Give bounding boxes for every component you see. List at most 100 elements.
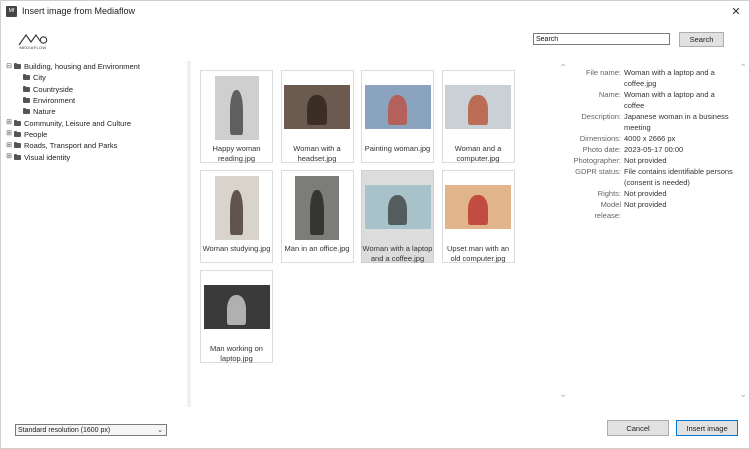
folder-icon [14, 119, 21, 126]
resolution-select-value: Standard resolution (1600 px) [18, 426, 111, 434]
folder-tree: ⊟ Building, housing and Environment City Co… [5, 61, 185, 163]
scroll-up-icon[interactable]: ⌃ [559, 63, 567, 74]
search-button[interactable]: Search [679, 32, 724, 47]
title-bar: Mf Insert image from Mediaflow ✕ [1, 1, 749, 21]
detail-value: Woman with a laptop and a coffee.jpg [624, 68, 715, 88]
detail-value: 4000 x 2666 px [624, 134, 676, 143]
expand-icon[interactable]: ⊞ [5, 119, 13, 127]
folder-icon [14, 142, 21, 149]
thumbnail-caption: Woman and a [454, 144, 502, 153]
scroll-down-icon[interactable]: ⌄ [559, 389, 567, 400]
thumbnail-caption: old computer.jpg [450, 254, 506, 263]
resolution-select[interactable]: Standard resolution (1600 px) ⌄ [15, 424, 167, 436]
collapse-icon[interactable]: ⊟ [5, 63, 13, 71]
thumbnail-image [203, 285, 270, 329]
folder-icon [14, 130, 21, 137]
mediaflow-app-icon: Mf [6, 5, 17, 17]
detail-row: Dimensions: 4000 x 2666 px [572, 133, 740, 144]
tree-item-label: Visual identity [24, 152, 71, 162]
thumbnail-caption: and a coffee.jpg [370, 254, 425, 263]
detail-label: Photo date: [582, 145, 621, 154]
image-thumbnail[interactable]: Painting woman.jpg [361, 70, 434, 163]
tree-item[interactable]: ⊞ People [5, 129, 185, 140]
detail-row: Photographer: Not provided [572, 155, 740, 166]
thumbnail-caption: reading.jpg [217, 154, 256, 163]
tree-item-label: Environment [33, 96, 76, 106]
tree-item[interactable]: Countryside [5, 84, 185, 95]
photo-subject [387, 194, 408, 226]
folder-icon [23, 97, 30, 104]
tree-item[interactable]: ⊞ Community, Leisure and Culture [5, 117, 185, 128]
thumbnail-caption: Painting woman.jpg [364, 144, 431, 153]
detail-label: Description: [581, 112, 621, 121]
tree-item-label: Building, housing and Environment [24, 62, 140, 72]
expand-icon[interactable]: ⊞ [5, 153, 13, 161]
folder-icon [23, 74, 30, 81]
detail-label: Rights: [597, 189, 621, 198]
detail-label: Model release: [594, 200, 621, 220]
folder-icon [14, 63, 21, 70]
thumbnail-caption: Woman with a laptop [362, 244, 433, 253]
expand-icon[interactable]: ⊞ [5, 142, 13, 150]
detail-row: Photo date: 2023-05-17 00:00 [572, 144, 740, 155]
photo-subject [468, 94, 488, 126]
tree-item[interactable]: City [5, 72, 185, 83]
thumbnail-image [214, 76, 259, 140]
details-scrollbar[interactable]: ⌃ ⌄ [737, 61, 749, 407]
insert-image-button[interactable]: Insert image [676, 420, 738, 436]
thumbnail-caption: Upset man with an [446, 244, 510, 253]
cancel-button[interactable]: Cancel [607, 420, 669, 436]
grid-scrollbar[interactable]: ⌃ ⌄ [557, 61, 571, 407]
thumbnail-caption: Man working on [210, 344, 263, 353]
tree-item[interactable]: ⊟ Building, housing and Environment [5, 61, 185, 72]
expand-icon[interactable]: ⊞ [5, 130, 13, 138]
tree-item[interactable]: ⊞ Visual identity [5, 151, 185, 162]
image-thumbnail[interactable]: Woman studying.jpg [200, 170, 273, 263]
window-title: Insert image from Mediaflow [22, 6, 136, 16]
image-thumbnail[interactable]: Woman with a headset.jpg [280, 70, 354, 163]
detail-value: Not provided [624, 200, 667, 209]
photo-subject [310, 190, 324, 235]
thumbnail-image [364, 185, 431, 229]
tree-item-label: Community, Leisure and Culture [24, 118, 131, 128]
detail-value: Not provided [624, 189, 667, 198]
image-thumbnail[interactable]: Woman with a laptop and a coffee.jpg [361, 170, 434, 263]
photo-subject [229, 190, 244, 235]
detail-label: Dimensions: [579, 134, 621, 143]
image-thumbnail[interactable]: Happy woman reading.jpg [200, 70, 273, 163]
tree-item[interactable]: Environment [5, 95, 185, 106]
search-input[interactable] [533, 33, 670, 45]
thumbnail-image [214, 176, 259, 240]
tree-item[interactable]: ⊞ Roads, Transport and Parks [5, 140, 185, 151]
detail-value: Woman with a laptop and a coffee [624, 90, 715, 110]
photo-subject [307, 94, 327, 126]
image-thumbnail[interactable]: Man in an office.jpg [280, 170, 354, 263]
close-icon[interactable]: ✕ [729, 4, 743, 18]
image-thumbnail[interactable]: Upset man with an old computer.jpg [441, 170, 515, 263]
insert-image-dialog: Mf Insert image from Mediaflow ✕ MEDIAFL… [0, 0, 750, 449]
tree-item-label: City [33, 73, 46, 83]
photo-subject [387, 94, 408, 126]
tree-item[interactable]: Nature [5, 106, 185, 117]
photo-subject [229, 90, 244, 135]
thumbnail-caption: Happy woman [212, 144, 261, 153]
detail-value: File contains identifiable persons (cons… [624, 167, 733, 187]
tree-splitter[interactable] [187, 61, 191, 407]
thumbnail-caption: Man in an office.jpg [284, 244, 350, 253]
detail-label: GDPR status: [575, 167, 621, 176]
thumbnail-image [445, 185, 511, 229]
details-scroll-down-icon[interactable]: ⌄ [739, 389, 747, 400]
thumbnail-caption: Woman with a [293, 144, 341, 153]
detail-value: Not provided [624, 156, 667, 165]
detail-row: Name: Woman with a laptop and a coffee [572, 89, 740, 111]
photo-subject [468, 194, 488, 226]
detail-row: GDPR status: File contains identifiable p… [572, 166, 740, 188]
details-scroll-up-icon[interactable]: ⌃ [739, 63, 747, 74]
image-thumbnail[interactable]: Man working on laptop.jpg [200, 270, 273, 363]
image-thumbnail[interactable]: Woman and a computer.jpg [441, 70, 515, 163]
thumbnail-caption: Woman studying.jpg [202, 244, 271, 253]
